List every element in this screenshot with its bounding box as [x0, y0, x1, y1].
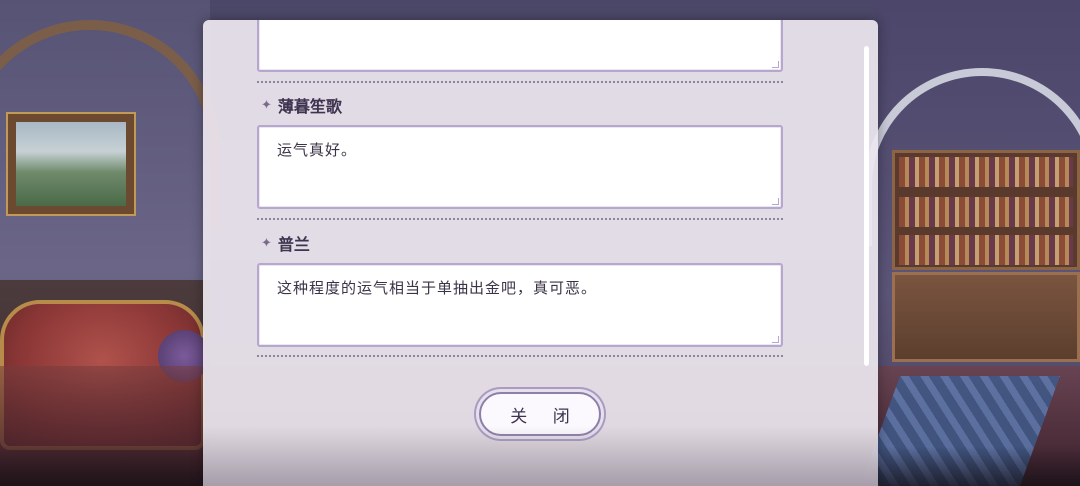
wooden-cabinet — [892, 272, 1080, 362]
speaker-name-2: 普兰 — [277, 235, 310, 254]
bookshelf — [892, 150, 1080, 270]
landscape-painting — [6, 112, 136, 216]
sparkle-icon: ✦ — [261, 97, 272, 113]
message-box-1: 运气真好。 — [257, 125, 783, 209]
scrollbar-track[interactable] — [864, 46, 869, 366]
message-box-2: 这种程度的运气相当于单抽出金吧，真可恶。 — [257, 263, 783, 347]
divider-0 — [257, 81, 783, 83]
message-text-1: 运气真好。 — [277, 141, 358, 159]
dialog-history-panel: ✦ 薄暮笙歌 运气真好。 ✦ 普兰 这种程度的运气相当于单抽出金吧，真可恶。 关… — [203, 20, 878, 486]
message-box-0 — [257, 20, 783, 72]
sparkle-icon: ✦ — [261, 235, 272, 251]
speaker-row-2: ✦ 普兰 — [261, 232, 310, 254]
divider-1 — [257, 218, 783, 220]
speaker-row-1: ✦ 薄暮笙歌 — [261, 94, 342, 116]
divider-2 — [257, 355, 783, 357]
close-button-label: 关 闭 — [510, 406, 580, 427]
close-button[interactable]: 关 闭 — [479, 392, 601, 436]
speaker-name-1: 薄暮笙歌 — [277, 97, 342, 116]
message-text-2: 这种程度的运气相当于单抽出金吧，真可恶。 — [277, 279, 598, 297]
scrollbar-thumb[interactable] — [864, 46, 869, 366]
